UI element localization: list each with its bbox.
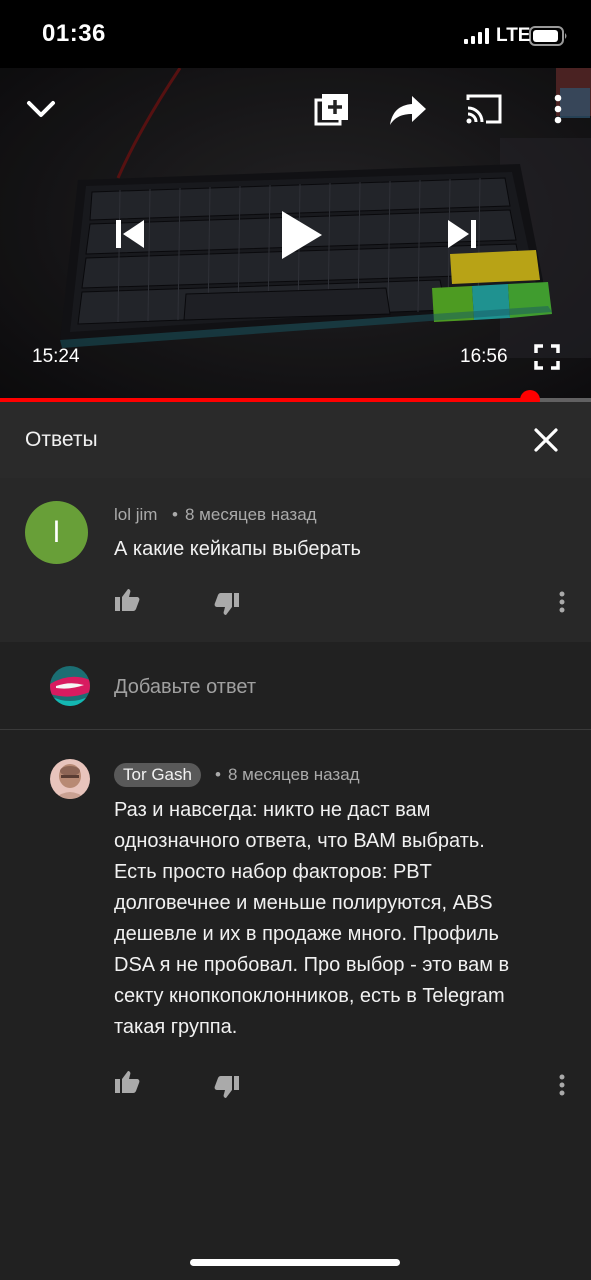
meta-separator: •: [172, 505, 178, 524]
current-time: 15:24: [32, 346, 80, 367]
close-icon[interactable]: [532, 426, 560, 454]
like-icon[interactable]: [114, 1070, 140, 1094]
comment-text-line: DSA я не пробовал. Про выбор - это вам в: [114, 954, 510, 976]
cast-icon[interactable]: [464, 92, 504, 126]
share-icon[interactable]: [388, 92, 428, 128]
play-icon[interactable]: [276, 208, 326, 262]
add-reply-row[interactable]: Добавьте ответ: [0, 642, 591, 730]
reply-comment: Tor Gash • 8 месяцев назад Раз и навсегд…: [0, 731, 591, 1131]
comment-time: 8 месяцев назад: [228, 765, 360, 784]
total-time: 16:56: [460, 346, 508, 367]
comment-author[interactable]: lol jim: [114, 505, 157, 525]
comment-text-line: дешевле и их в продаже много. Профиль: [114, 923, 499, 945]
battery-icon: [529, 26, 567, 46]
dislike-icon[interactable]: [214, 1075, 240, 1099]
avatar: [50, 666, 90, 706]
comment-text: А какие кейкапы выберать: [114, 538, 361, 560]
parent-comment: l lol jim • 8 месяцев назад А какие кейк…: [0, 478, 591, 642]
skip-next-icon[interactable]: [444, 216, 480, 252]
comment-text-line: долговечнее и меньше полируются, ABS: [114, 892, 493, 914]
more-vert-icon[interactable]: [555, 1073, 569, 1097]
author-badge[interactable]: Tor Gash: [114, 763, 201, 787]
avatar[interactable]: l: [25, 501, 88, 564]
comment-text-line: такая группа.: [114, 1016, 238, 1038]
network-type: LTE: [496, 25, 531, 46]
status-bar: 01:36 LTE: [0, 0, 591, 68]
more-vert-icon[interactable]: [548, 92, 568, 126]
add-to-playlist-icon[interactable]: [314, 92, 350, 128]
video-player[interactable]: 15:24 16:56: [0, 68, 591, 404]
comment-text-line: однозначного ответа, что ВАМ выбрать.: [114, 830, 485, 852]
fullscreen-icon[interactable]: [534, 344, 560, 370]
skip-previous-icon[interactable]: [112, 216, 148, 252]
reply-input[interactable]: Добавьте ответ: [114, 676, 256, 699]
avatar[interactable]: [50, 759, 90, 799]
comment-text-line: секту кнопкопоклонников, есть в Telegram: [114, 985, 505, 1007]
replies-header: Ответы: [0, 402, 591, 478]
more-vert-icon[interactable]: [555, 590, 569, 614]
like-icon[interactable]: [114, 588, 140, 612]
home-indicator[interactable]: [190, 1259, 400, 1266]
comment-text-line: Есть просто набор факторов: PBT: [114, 861, 432, 883]
chevron-down-icon[interactable]: [24, 92, 58, 126]
status-time: 01:36: [42, 20, 106, 47]
comment-text-line: Раз и навсегда: никто не даст вам: [114, 799, 431, 821]
meta-separator: •: [215, 765, 221, 784]
signal-strength-icon: [464, 28, 489, 44]
comment-time: 8 месяцев назад: [185, 505, 317, 524]
replies-title: Ответы: [25, 428, 98, 451]
dislike-icon[interactable]: [214, 592, 240, 616]
